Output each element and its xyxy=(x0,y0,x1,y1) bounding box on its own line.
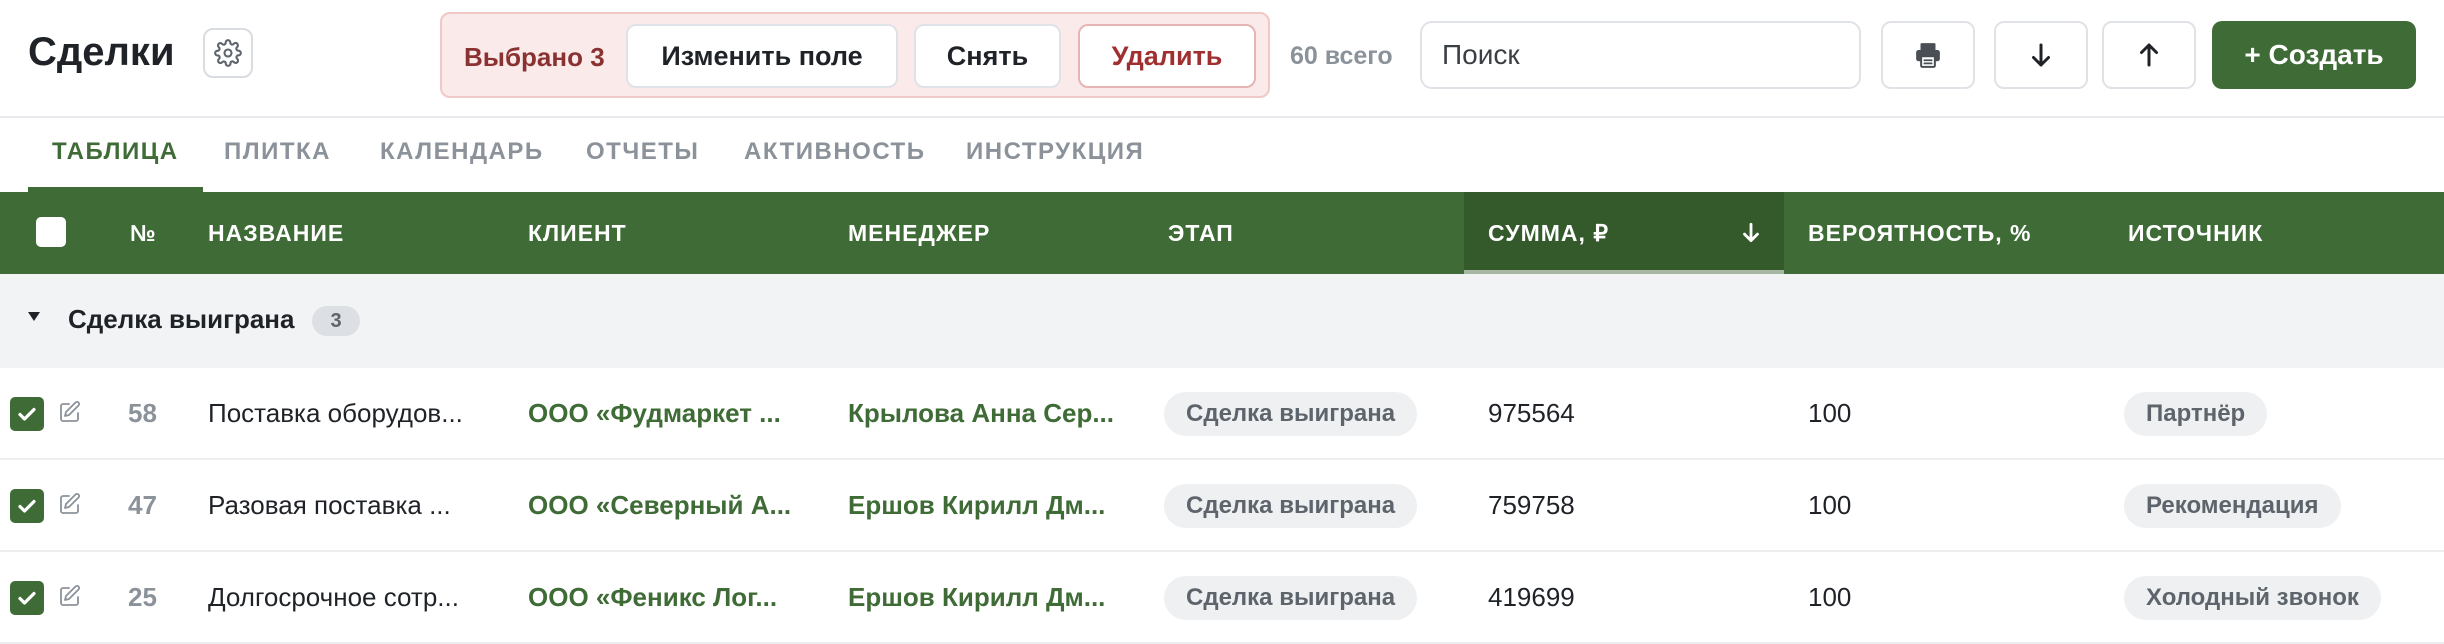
deal-name: Разовая поставка ... xyxy=(208,489,451,520)
selection-bar: Выбрано 3 Изменить поле Снять Удалить xyxy=(440,12,1270,98)
tab-instructions[interactable]: ИНСТРУКЦИЯ xyxy=(966,138,1144,192)
deal-manager-link[interactable]: Крылова Анна Сер... xyxy=(848,368,1124,458)
column-header-sum[interactable]: СУММА, ₽ xyxy=(1488,192,1609,274)
deal-probability: 100 xyxy=(1808,397,1852,428)
deal-manager-link[interactable]: Ершов Кирилл Дм... xyxy=(848,552,1124,642)
tab-table[interactable]: ТАБЛИЦА xyxy=(28,138,203,192)
group-count-badge: 3 xyxy=(312,306,360,336)
group-header[interactable]: Сделка выиграна 3 xyxy=(0,274,2444,368)
sort-descending-button[interactable] xyxy=(1994,21,2088,89)
printer-icon xyxy=(1916,43,1940,68)
stage-badge: Сделка выиграна xyxy=(1164,484,1418,528)
sort-desc-icon xyxy=(1743,222,1759,242)
select-all-checkbox[interactable] xyxy=(36,217,66,247)
pencil-icon[interactable] xyxy=(58,400,82,424)
deal-probability: 100 xyxy=(1808,581,1852,612)
column-header-manager[interactable]: МЕНЕДЖЕР xyxy=(848,192,990,274)
row-checkbox[interactable] xyxy=(10,581,44,615)
deal-number: 25 xyxy=(128,581,157,612)
checkmark-icon xyxy=(18,591,36,605)
deal-name: Долгосрочное сотр... xyxy=(208,581,459,612)
deal-sum: 759758 xyxy=(1488,489,1575,520)
source-badge: Холодный звонок xyxy=(2124,576,2381,620)
gear-icon xyxy=(214,39,242,67)
deal-client-link[interactable]: ООО «Северный А... xyxy=(528,460,804,550)
source-badge: Партнёр xyxy=(2124,392,2268,436)
tab-reports[interactable]: ОТЧЕТЫ xyxy=(586,138,699,192)
arrow-up-icon xyxy=(2140,43,2158,67)
change-field-button[interactable]: Изменить поле xyxy=(626,24,898,88)
settings-button[interactable] xyxy=(203,28,253,78)
create-button[interactable]: + Создать xyxy=(2212,21,2416,89)
checkmark-icon xyxy=(18,499,36,513)
search-input[interactable] xyxy=(1420,21,1861,89)
page-header: Сделки Выбрано 3 Изменить поле Снять Уда… xyxy=(0,0,2444,118)
deal-sum: 975564 xyxy=(1488,397,1575,428)
column-header-num[interactable]: № xyxy=(130,192,157,274)
tab-activity[interactable]: АКТИВНОСТЬ xyxy=(744,138,925,192)
clear-selection-button[interactable]: Снять xyxy=(914,24,1061,88)
selected-count: Выбрано 3 xyxy=(464,42,605,72)
checkmark-icon xyxy=(18,407,36,421)
row-checkbox[interactable] xyxy=(10,397,44,431)
pencil-icon[interactable] xyxy=(58,584,82,608)
table-row[interactable]: 58 Поставка оборудов... ООО «Фудмаркет .… xyxy=(0,368,2444,460)
deals-page: Сделки Выбрано 3 Изменить поле Снять Уда… xyxy=(0,0,2444,644)
table-row[interactable]: 25 Долгосрочное сотр... ООО «Феникс Лог.… xyxy=(0,552,2444,644)
column-header-name[interactable]: НАЗВАНИЕ xyxy=(208,192,344,274)
deal-manager-link[interactable]: Ершов Кирилл Дм... xyxy=(848,460,1124,550)
column-header-probability[interactable]: ВЕРОЯТНОСТЬ, % xyxy=(1808,192,2032,274)
deal-sum: 419699 xyxy=(1488,581,1575,612)
stage-badge: Сделка выиграна xyxy=(1164,392,1418,436)
column-header-stage[interactable]: ЭТАП xyxy=(1168,192,1234,274)
stage-badge: Сделка выиграна xyxy=(1164,576,1418,620)
deal-client-link[interactable]: ООО «Фудмаркет ... xyxy=(528,368,804,458)
table-header: № НАЗВАНИЕ КЛИЕНТ МЕНЕДЖЕР ЭТАП СУММА, ₽… xyxy=(0,192,2444,274)
sort-ascending-button[interactable] xyxy=(2102,21,2196,89)
total-count: 60 всего xyxy=(1290,42,1393,70)
caret-down-icon[interactable] xyxy=(28,312,40,321)
arrow-down-icon xyxy=(2032,43,2050,67)
deal-probability: 100 xyxy=(1808,489,1852,520)
pencil-icon[interactable] xyxy=(58,492,82,516)
tab-calendar[interactable]: КАЛЕНДАРЬ xyxy=(380,138,544,192)
page-title: Сделки xyxy=(28,30,175,74)
column-header-client[interactable]: КЛИЕНТ xyxy=(528,192,627,274)
view-tabs: ТАБЛИЦА ПЛИТКА КАЛЕНДАРЬ ОТЧЕТЫ АКТИВНОС… xyxy=(0,118,2444,192)
source-badge: Рекомендация xyxy=(2124,484,2341,528)
deal-number: 47 xyxy=(128,489,157,520)
print-button[interactable] xyxy=(1881,21,1975,89)
deal-number: 58 xyxy=(128,397,157,428)
row-checkbox[interactable] xyxy=(10,489,44,523)
column-header-source[interactable]: ИСТОЧНИК xyxy=(2128,192,2263,274)
tab-tiles[interactable]: ПЛИТКА xyxy=(224,138,331,192)
table-row[interactable]: 47 Разовая поставка ... ООО «Северный А.… xyxy=(0,460,2444,552)
group-title: Сделка выиграна xyxy=(68,304,295,334)
deal-name: Поставка оборудов... xyxy=(208,397,463,428)
deal-client-link[interactable]: ООО «Феникс Лог... xyxy=(528,552,804,642)
delete-button[interactable]: Удалить xyxy=(1078,24,1256,88)
